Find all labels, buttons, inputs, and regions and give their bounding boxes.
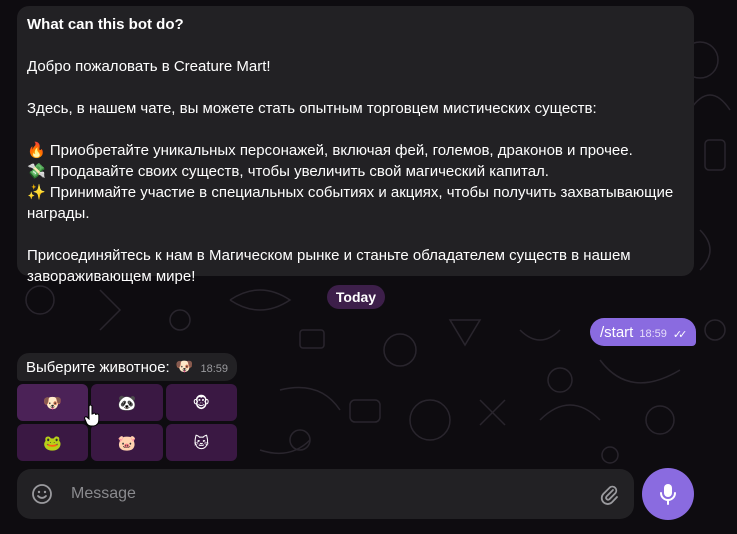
message-time: 18:59 [200, 363, 228, 375]
read-ticks-icon: ✓✓ [672, 328, 688, 341]
bot-info-feature: 🔥 Приобретайте уникальных персонажей, вк… [27, 140, 684, 161]
feature-text: Принимайте участие в специальных события… [27, 184, 674, 222]
keyboard-button-cat[interactable]: 🐱 [165, 424, 237, 461]
incoming-message[interactable]: Выберите животное: 🐶 18:59 [17, 353, 237, 381]
message-input[interactable] [67, 485, 584, 503]
bot-info-card: What can this bot do? Добро пожаловать в… [17, 6, 694, 285]
bot-info-welcome: Добро пожаловать в Creature Mart! [27, 58, 271, 75]
outgoing-message[interactable]: /start 18:59 ✓✓ [590, 318, 696, 346]
feature-text: Продавайте своих существ, чтобы увеличит… [49, 163, 549, 180]
bot-info-intro: Здесь, в нашем чате, вы можете стать опы… [27, 100, 597, 117]
message-composer [17, 469, 634, 519]
keyboard-button-dog[interactable]: 🐶 [17, 384, 89, 421]
paperclip-icon [600, 485, 618, 505]
inline-keyboard: 🐶 🐼 🐵 🐸 🐷 🐱 [17, 384, 237, 461]
microphone-icon [660, 484, 676, 505]
sparkles-icon: ✨ [27, 183, 46, 201]
date-separator: Today [327, 285, 385, 309]
smile-icon [32, 484, 52, 504]
money-icon: 💸 [27, 162, 46, 180]
keyboard-button-monkey[interactable]: 🐵 [165, 384, 237, 421]
bot-info-feature: 💸 Продавайте своих существ, чтобы увелич… [27, 161, 684, 182]
voice-record-button[interactable] [642, 468, 694, 520]
keyboard-button-pig[interactable]: 🐷 [91, 424, 163, 461]
bot-info-title: What can this bot do? [27, 16, 184, 33]
bot-info-outro: Присоединяйтесь к нам в Магическом рынке… [27, 247, 631, 285]
emoji-button[interactable] [17, 469, 67, 519]
fire-icon: 🔥 [27, 141, 46, 159]
keyboard-button-frog[interactable]: 🐸 [17, 424, 89, 461]
message-time: 18:59 [639, 328, 667, 340]
attach-button[interactable] [584, 469, 634, 519]
feature-text: Приобретайте уникальных персонажей, вклю… [49, 142, 633, 159]
keyboard-button-panda[interactable]: 🐼 [91, 384, 163, 421]
dog-icon: 🐶 [175, 359, 194, 375]
bot-info-feature: ✨ Принимайте участие в специальных событ… [27, 182, 684, 224]
message-text: Выберите животное: [26, 358, 170, 376]
message-text: /start [600, 323, 634, 341]
